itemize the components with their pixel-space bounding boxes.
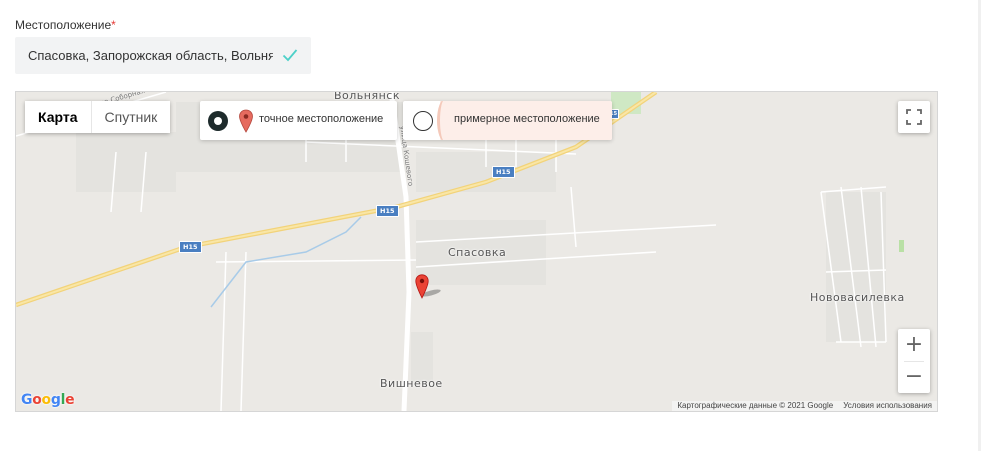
map-type-map-button[interactable]: Карта	[25, 101, 91, 133]
google-logo-letter: g	[50, 392, 61, 408]
approximate-location-label: примерное местоположение	[454, 113, 600, 125]
map-type-control: Карта Спутник	[25, 101, 171, 133]
approximate-area-icon	[437, 101, 453, 140]
road-shield-h15: H15	[492, 166, 515, 178]
google-logo-letter: e	[65, 392, 75, 408]
exact-location-label: точное местоположение	[259, 113, 384, 125]
exact-location-radio[interactable]	[208, 111, 228, 131]
zoom-out-button[interactable]: −	[898, 361, 930, 393]
exact-location-option[interactable]: точное местоположение	[200, 101, 397, 140]
required-mark: *	[111, 18, 116, 32]
map-pin-icon	[239, 109, 253, 133]
road-shield-h15: H15	[179, 241, 202, 253]
zoom-in-button[interactable]: +	[898, 329, 930, 361]
zoom-control: + −	[898, 329, 930, 393]
location-input[interactable]	[15, 37, 273, 74]
location-marker-icon	[415, 274, 441, 299]
place-label-novovasilevka: Нововасилевка	[810, 291, 905, 304]
google-logo-letter: G	[21, 392, 33, 408]
map-data-credit: Картографические данные © 2021 Google	[677, 401, 834, 410]
fullscreen-button[interactable]	[898, 101, 930, 133]
approximate-location-option[interactable]: примерное местоположение	[403, 101, 612, 140]
location-input-container[interactable]	[15, 37, 311, 74]
place-label-vishnevoe: Вишневое	[380, 377, 443, 390]
google-logo-letter: o	[32, 392, 42, 408]
check-icon	[282, 49, 298, 62]
place-label-spasovka: Спасовка	[448, 246, 507, 259]
google-logo: Google	[21, 392, 75, 408]
location-label-text: Местоположение	[15, 18, 112, 32]
map-attribution: Картографические данные © 2021 Google Ус…	[672, 401, 937, 411]
approximate-location-radio[interactable]	[413, 111, 433, 131]
location-field-label: Местоположение*	[15, 18, 116, 32]
terms-of-use-link[interactable]: Условия использования	[838, 401, 937, 411]
fullscreen-icon	[906, 109, 922, 125]
google-logo-letter: o	[41, 392, 52, 408]
road-shield-h15: H15	[376, 205, 399, 217]
map-type-satellite-button[interactable]: Спутник	[91, 101, 171, 133]
map-view[interactable]: Вольнянск Спасовка Нововасилевка Вишнево…	[15, 91, 938, 412]
